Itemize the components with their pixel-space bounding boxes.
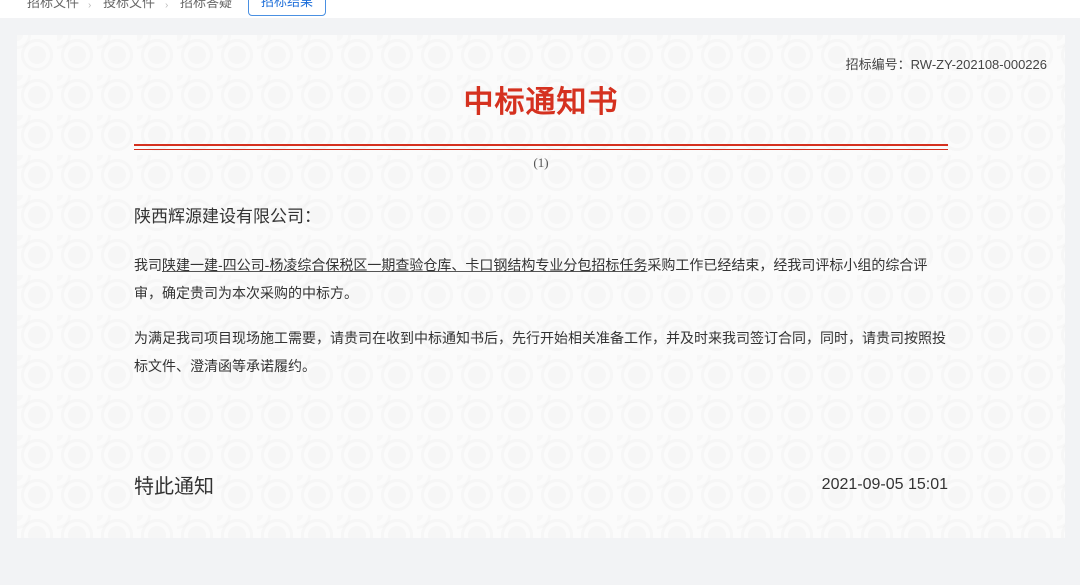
title-divider-thin — [134, 149, 948, 150]
bid-number: 招标编号：RW-ZY-202108-000226 — [846, 54, 1047, 73]
notice-title: 中标通知书 — [463, 86, 619, 119]
tab-bidding-result[interactable]: 招标结果 — [248, 0, 327, 16]
notice-sequence-number: (1) — [533, 155, 549, 170]
bid-number-value: RW-ZY-202108-000226 — [910, 57, 1047, 72]
recipient-company: 陕西辉源建设有限公司： — [134, 207, 321, 226]
tab-bidding-documents[interactable]: 招标文件 — [27, 0, 79, 14]
notice-datetime: 2021-09-05 15:01 — [821, 476, 948, 493]
tab-separator: › — [88, 0, 92, 11]
tab-tender-documents[interactable]: 投标文件 — [103, 0, 155, 14]
notice-paragraph-2: 为满足我司项目现场施工需要，请贵司在收到中标通知书后，先行开始相关准备工作，并及… — [134, 330, 946, 374]
award-notice-paper: 招标编号：RW-ZY-202108-000226 中标通知书 (1) 陕西辉源建… — [17, 35, 1065, 538]
notice-paragraph-1: 我司陕建一建-四公司-杨凌综合保税区一期查验仓库、卡口钢结构专业分包招标任务采购… — [134, 251, 949, 307]
title-divider-thick — [134, 144, 948, 146]
closing-statement: 特此通知 — [134, 476, 214, 498]
bid-number-label: 招标编号： — [845, 57, 911, 72]
tab-separator: › — [165, 0, 169, 11]
tab-bidding-qa[interactable]: 招标答疑 — [180, 0, 232, 14]
paragraph-1-prefix: 我司 — [134, 257, 162, 273]
project-name: 陕建一建-四公司-杨凌综合保税区一期查验仓库、卡口钢结构专业分包招标任务 — [162, 257, 648, 273]
top-tab-bar: 招标文件 › 投标文件 › 招标答疑 招标结果 — [0, 0, 1080, 18]
